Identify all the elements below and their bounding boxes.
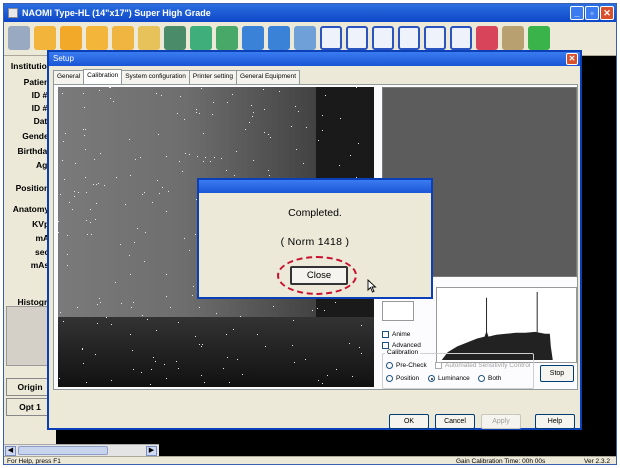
institution-label: Institution xyxy=(10,61,52,71)
folder-export-icon[interactable] xyxy=(138,26,160,50)
tools-icon[interactable] xyxy=(502,26,524,50)
layout-5-icon[interactable] xyxy=(424,26,446,50)
anime-label: Anime xyxy=(392,331,411,338)
help-button[interactable]: Help xyxy=(535,414,575,429)
image-adjust-icon[interactable] xyxy=(164,26,186,50)
norm-value: ( Norm 1418 ) xyxy=(280,236,350,248)
preview-thumbnail xyxy=(382,301,414,321)
calibration-group-title: Calibration xyxy=(385,349,421,356)
folder-edit-icon[interactable] xyxy=(112,26,134,50)
battery-icon[interactable] xyxy=(528,26,550,50)
window-title: NAOMI Type-HL (14"x17") Super High Grade xyxy=(22,8,211,18)
annotation-icon[interactable] xyxy=(294,26,316,50)
ok-button[interactable]: OK xyxy=(389,414,429,429)
position-radio[interactable]: Position xyxy=(386,375,419,382)
app-icon xyxy=(8,8,18,18)
layout-3-icon[interactable] xyxy=(372,26,394,50)
advanced-label: Advanced xyxy=(392,342,421,349)
folder-open-icon[interactable] xyxy=(86,26,108,50)
status-help-text: For Help, press F1 xyxy=(7,458,61,465)
anime-checkbox[interactable]: Anime xyxy=(382,331,410,338)
tab-calibration[interactable]: Calibration xyxy=(83,69,123,84)
luminance-label: Luminance xyxy=(438,375,470,382)
folder-icon[interactable] xyxy=(34,26,56,50)
completed-dialog: Completed. ( Norm 1418 ) Close xyxy=(197,178,433,299)
both-radio[interactable]: Both xyxy=(478,375,501,382)
histogram-chart xyxy=(436,287,577,363)
folder-alt-icon[interactable] xyxy=(60,26,82,50)
layout-6-icon[interactable] xyxy=(450,26,472,50)
advanced-checkbox[interactable]: Advanced xyxy=(382,342,421,349)
status-version: Ver 2.3.2 xyxy=(584,458,611,465)
close-window-button[interactable]: ✕ xyxy=(600,6,614,20)
scroll-right-icon[interactable]: ▶ xyxy=(146,446,157,456)
tab-general-equipment[interactable]: General Equipment xyxy=(236,70,301,84)
apply-button[interactable]: Apply xyxy=(481,414,521,429)
swap-icon[interactable] xyxy=(190,26,212,50)
tab-system-configuration[interactable]: System configuration xyxy=(121,70,190,84)
both-label: Both xyxy=(488,375,502,382)
setup-close-icon[interactable]: ✕ xyxy=(566,53,578,65)
scroll-left-icon[interactable]: ◀ xyxy=(5,446,16,456)
close-button[interactable]: Close xyxy=(290,266,348,285)
completed-dialog-title-bar xyxy=(199,180,431,193)
open-icon[interactable] xyxy=(8,26,30,50)
flip-icon[interactable] xyxy=(216,26,238,50)
minimize-button[interactable]: _ xyxy=(570,6,584,20)
layout-4-icon[interactable] xyxy=(398,26,420,50)
setup-title: Setup xyxy=(53,54,74,63)
mouse-cursor-icon xyxy=(367,279,377,293)
precheck-label: Pre-Check xyxy=(396,362,427,369)
auto-sensitivity-label: Automated Sensitivity Control xyxy=(445,362,531,369)
tab-printer-setting[interactable]: Printer setting xyxy=(188,70,238,84)
auto-sensitivity-checkbox[interactable]: Automated Sensitivity Control xyxy=(435,362,530,369)
horizontal-scrollbar[interactable]: ◀ ▶ xyxy=(4,444,159,456)
status-gain-time: Gain Calibration Time: 00h 00s xyxy=(456,458,546,465)
cancel-button[interactable]: Cancel xyxy=(435,414,475,429)
scroll-thumb[interactable] xyxy=(18,446,108,455)
favorite-icon[interactable] xyxy=(476,26,498,50)
calibration-group xyxy=(382,353,534,389)
setup-title-bar: Setup xyxy=(49,52,580,66)
precheck-checkbox[interactable]: Pre-Check xyxy=(386,362,427,369)
position-label: Position xyxy=(396,375,420,382)
tab-general[interactable]: General xyxy=(53,70,85,84)
rotate-cw-icon[interactable] xyxy=(242,26,264,50)
setup-tabs: General Calibration System configuration… xyxy=(53,69,301,84)
layout-1-icon[interactable] xyxy=(320,26,342,50)
completed-message: Completed. xyxy=(288,207,342,219)
maximize-button[interactable]: ▫ xyxy=(585,6,599,20)
luminance-radio[interactable]: Luminance xyxy=(428,375,470,382)
title-bar: NAOMI Type-HL (14"x17") Super High Grade… xyxy=(4,4,616,22)
layout-2-icon[interactable] xyxy=(346,26,368,50)
status-bar: For Help, press F1 Gain Calibration Time… xyxy=(4,456,616,465)
stop-button[interactable]: Stop xyxy=(540,365,574,382)
rotate-ccw-icon[interactable] xyxy=(268,26,290,50)
